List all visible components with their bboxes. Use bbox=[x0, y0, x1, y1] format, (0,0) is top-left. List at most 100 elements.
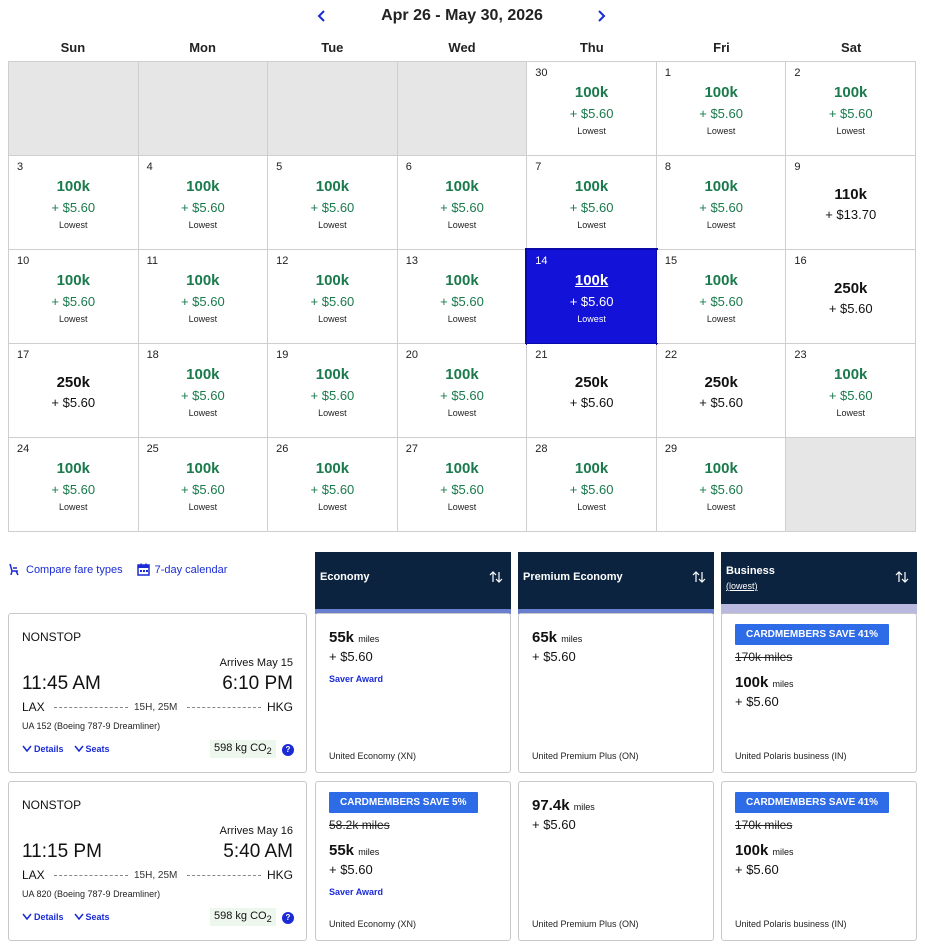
weekday-label: Tue bbox=[321, 40, 344, 55]
day-tax-price: + $5.60 bbox=[699, 395, 743, 410]
calendar-day-cell[interactable]: 8 100k + $5.60 Lowest bbox=[656, 156, 786, 249]
calendar-day-cell[interactable]: 29 100k + $5.60 Lowest bbox=[656, 438, 786, 531]
calendar-day-cell[interactable]: 11 100k + $5.60 Lowest bbox=[138, 250, 268, 343]
day-miles-price: 100k bbox=[574, 178, 609, 195]
premium-fare-cell[interactable]: 65k miles + $5.60 United Premium Plus (O… bbox=[518, 613, 714, 773]
sort-icon[interactable] bbox=[895, 570, 909, 584]
day-miles-price: 110k bbox=[834, 186, 867, 203]
calendar-day-cell[interactable]: 25 100k + $5.60 Lowest bbox=[138, 438, 268, 531]
calendar-day-cell-selected[interactable]: 14 100k + $5.60 Lowest bbox=[525, 248, 658, 345]
seats-toggle[interactable]: Seats bbox=[73, 744, 110, 754]
calendar-day-cell[interactable]: 3 100k + $5.60 Lowest bbox=[9, 156, 138, 249]
day-miles-price: 100k bbox=[574, 272, 609, 289]
sort-icon[interactable] bbox=[489, 570, 503, 584]
column-title: Economy bbox=[320, 571, 370, 583]
calendar-day-cell[interactable]: 13 100k + $5.60 Lowest bbox=[397, 250, 527, 343]
departure-time: 11:15 PM bbox=[22, 841, 102, 862]
economy-fare-cell[interactable]: CARDMEMBERS SAVE 5% 58.2k miles 55k mile… bbox=[315, 781, 511, 941]
calendar-day-cell[interactable]: 17 250k + $5.60 bbox=[9, 344, 138, 437]
calendar-day-cell[interactable]: 18 100k + $5.60 Lowest bbox=[138, 344, 268, 437]
day-number: 27 bbox=[405, 443, 418, 455]
flight-aircraft: UA 820 (Boeing 787-9 Dreamliner) bbox=[22, 889, 161, 899]
original-price: 170k miles bbox=[735, 818, 793, 832]
co2-subscript: 2 bbox=[266, 914, 272, 925]
calendar-day-cell[interactable]: 15 100k + $5.60 Lowest bbox=[656, 250, 786, 343]
flight-duration: 15H, 25M bbox=[134, 702, 178, 713]
premium-fare-cell[interactable]: 97.4k miles + $5.60 United Premium Plus … bbox=[518, 781, 714, 941]
calendar-day-cell[interactable]: 30 100k + $5.60 Lowest bbox=[527, 62, 656, 155]
day-miles-price: 100k bbox=[834, 84, 868, 101]
calendar-day-cell[interactable]: 22 250k + $5.60 bbox=[656, 344, 786, 437]
day-miles-price: 100k bbox=[445, 178, 479, 195]
flight-card[interactable]: NONSTOP Arrives May 15 11:45 AM 6:10 PM … bbox=[8, 613, 307, 773]
lowest-fare-label: Lowest bbox=[706, 314, 736, 324]
day-number: 24 bbox=[17, 443, 30, 455]
original-price: 170k miles bbox=[735, 650, 793, 664]
calendar-day-cell[interactable]: 16 250k + $5.60 bbox=[786, 250, 915, 343]
day-miles-price: 100k bbox=[186, 366, 220, 383]
miles-unit: miles bbox=[358, 847, 380, 857]
lowest-fare-label: Lowest bbox=[318, 502, 347, 512]
day-number: 6 bbox=[405, 161, 412, 173]
premium-economy-column-header[interactable]: Premium Economy bbox=[518, 552, 714, 614]
business-fare-cell[interactable]: CARDMEMBERS SAVE 41% 170k miles 100k mil… bbox=[721, 613, 917, 773]
calendar-day-cell[interactable]: 20 100k + $5.60 Lowest bbox=[397, 344, 527, 437]
day-miles-price: 100k bbox=[186, 272, 220, 289]
day-tax-price: + $5.60 bbox=[828, 301, 873, 316]
fare-miles: 100k miles bbox=[735, 674, 794, 691]
seats-label: Seats bbox=[85, 912, 110, 922]
details-toggle[interactable]: Details bbox=[22, 912, 64, 922]
day-tax-price: + $5.60 bbox=[699, 482, 743, 497]
day-tax-price: + $5.60 bbox=[180, 482, 225, 497]
day-miles-price: 250k bbox=[834, 280, 868, 297]
calendar-day-cell[interactable]: 4 100k + $5.60 Lowest bbox=[138, 156, 268, 249]
business-column-header[interactable]: Business (lowest) bbox=[721, 552, 917, 614]
day-number: 8 bbox=[664, 161, 671, 173]
compare-fare-types-link[interactable]: Compare fare types bbox=[8, 563, 123, 576]
route-line bbox=[187, 875, 261, 876]
economy-column-header[interactable]: Economy bbox=[315, 552, 511, 614]
calendar-day-cell[interactable]: 7 100k + $5.60 Lowest bbox=[527, 156, 656, 249]
day-tax-price: + $5.60 bbox=[828, 106, 873, 121]
calendar-day-cell[interactable]: 26 100k + $5.60 Lowest bbox=[268, 438, 397, 531]
calendar-day-cell[interactable]: 19 100k + $5.60 Lowest bbox=[268, 344, 397, 437]
flight-card[interactable]: NONSTOP Arrives May 16 11:15 PM 5:40 AM … bbox=[8, 781, 307, 941]
previous-month-button[interactable] bbox=[310, 4, 334, 28]
calendar-day-cell[interactable]: 23 100k + $5.60 Lowest bbox=[786, 344, 915, 437]
details-toggle[interactable]: Details bbox=[22, 744, 64, 754]
calendar-day-cell[interactable]: 24 100k + $5.60 Lowest bbox=[9, 438, 138, 531]
seats-toggle[interactable]: Seats bbox=[73, 912, 110, 922]
miles-value: 65k bbox=[532, 629, 558, 646]
calendar-day-cell[interactable]: 12 100k + $5.60 Lowest bbox=[268, 250, 397, 343]
calendar-day-cell[interactable]: 5 100k + $5.60 Lowest bbox=[268, 156, 397, 249]
chevron-down-icon bbox=[73, 913, 84, 921]
calendar-day-cell[interactable]: 21 250k + $5.60 bbox=[527, 344, 656, 437]
route-line bbox=[187, 707, 261, 708]
next-month-button[interactable] bbox=[589, 4, 613, 28]
calendar-day-cell[interactable]: 6 100k + $5.60 Lowest bbox=[397, 156, 527, 249]
miles-unit: miles bbox=[561, 634, 583, 644]
month-navigation: Apr 26 - May 30, 2026 bbox=[0, 0, 925, 32]
calendar-day-cell[interactable]: 2 100k + $5.60 Lowest bbox=[786, 62, 915, 155]
calendar-day-cell[interactable]: 1 100k + $5.60 Lowest bbox=[656, 62, 786, 155]
calendar-day-cell[interactable]: 10 100k + $5.60 Lowest bbox=[9, 250, 138, 343]
seven-day-calendar-link[interactable]: 7-day calendar bbox=[136, 563, 227, 576]
lowest-fare-label: Lowest bbox=[188, 314, 218, 324]
info-icon[interactable]: ? bbox=[282, 912, 294, 924]
fare-class: United Polaris business (IN) bbox=[735, 751, 847, 761]
lowest-fare-label: Lowest bbox=[447, 408, 477, 418]
sort-icon[interactable] bbox=[692, 570, 706, 584]
day-number: 10 bbox=[17, 255, 30, 267]
miles-value: 100k bbox=[735, 674, 769, 691]
calendar-day-cell[interactable]: 28 100k + $5.60 Lowest bbox=[527, 438, 656, 531]
economy-fare-cell[interactable]: 55k miles + $5.60 Saver Award United Eco… bbox=[315, 613, 511, 773]
calendar-day-cell[interactable]: 9 110k + $13.70 bbox=[786, 156, 915, 249]
day-miles-price: 100k bbox=[315, 366, 350, 383]
info-icon[interactable]: ? bbox=[282, 744, 294, 756]
miles-unit: miles bbox=[772, 847, 794, 857]
column-subtitle[interactable]: (lowest) bbox=[726, 581, 758, 591]
fare-tax: + $5.60 bbox=[735, 862, 779, 877]
column-title: Business bbox=[726, 565, 775, 577]
calendar-day-cell[interactable]: 27 100k + $5.60 Lowest bbox=[397, 438, 527, 531]
business-fare-cell[interactable]: CARDMEMBERS SAVE 41% 170k miles 100k mil… bbox=[721, 781, 917, 941]
